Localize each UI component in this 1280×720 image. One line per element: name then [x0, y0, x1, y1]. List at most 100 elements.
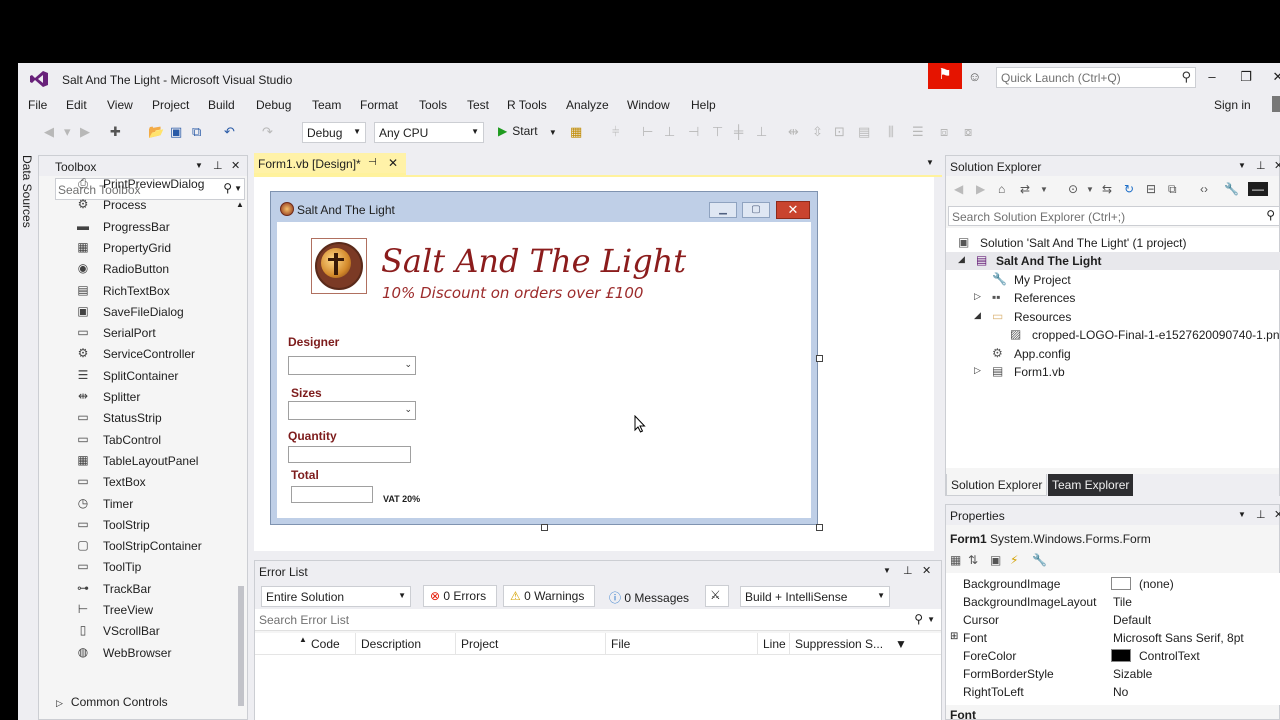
chevron-down-icon[interactable]: ▼: [1238, 161, 1246, 170]
home-icon[interactable]: ⌂: [998, 182, 1005, 196]
align-right-icon[interactable]: ⊣: [688, 124, 699, 140]
close-icon[interactable]: ✕: [922, 564, 931, 577]
undo-icon[interactable]: ↶: [224, 124, 235, 140]
toolbox-item-propertygrid[interactable]: ▦ PropertyGrid: [75, 238, 235, 259]
property-row[interactable]: RightToLeft No: [946, 683, 1280, 701]
tree-node-resources[interactable]: ◢ ▭ Resources: [962, 308, 1280, 326]
sizes-combobox[interactable]: ⌄: [288, 401, 416, 420]
property-value[interactable]: Microsoft Sans Serif, 8pt: [1113, 631, 1244, 645]
messages-filter-button[interactable]: ⓘ 0 Messages: [602, 585, 698, 607]
pin-icon[interactable]: ⊥: [213, 159, 223, 172]
make-same-height-icon[interactable]: ⇳: [812, 124, 823, 140]
toolbox-item-savefiledialog[interactable]: ▣ SaveFileDialog: [75, 302, 235, 323]
property-row[interactable]: ⊞ Font Microsoft Sans Serif, 8pt: [946, 629, 1280, 647]
column-description[interactable]: Description: [361, 637, 421, 651]
back-dropdown-icon[interactable]: ▾: [64, 124, 71, 140]
designer-combobox[interactable]: ⌄: [288, 356, 416, 375]
property-row[interactable]: BackgroundImageLayout Tile: [946, 593, 1280, 611]
align-left-icon[interactable]: ⊢: [642, 124, 653, 140]
sync-icon[interactable]: ⇆: [1102, 182, 1112, 196]
new-project-icon[interactable]: ✚: [110, 124, 121, 140]
toolbox-item-timer[interactable]: ◷ Timer: [75, 494, 235, 515]
toolbox-item-progressbar[interactable]: ▬ ProgressBar: [75, 217, 235, 238]
tree-node-my-project[interactable]: 🔧 My Project: [962, 271, 1280, 289]
toolbox-item-printpreviewdialog[interactable]: ⎙ PrintPreviewDialog: [75, 174, 235, 195]
clear-filter-button[interactable]: ⚔: [705, 585, 729, 607]
align-top-icon[interactable]: ⊤: [712, 124, 723, 140]
tab-solution-explorer[interactable]: Solution Explorer: [946, 474, 1048, 496]
size-to-grid-icon[interactable]: ▤: [858, 124, 870, 140]
alphabetical-icon[interactable]: ⇅: [968, 553, 978, 567]
configuration-select[interactable]: Debug ▼: [302, 122, 366, 143]
collapse-icon[interactable]: ◢: [974, 310, 986, 321]
center-horizontally-icon[interactable]: ⧈: [940, 124, 948, 140]
notification-flag-icon[interactable]: ⚑: [928, 63, 962, 89]
collapse-all-icon[interactable]: ⊟: [1146, 182, 1156, 196]
property-value[interactable]: No: [1113, 685, 1128, 699]
menu-window[interactable]: Window: [627, 98, 670, 112]
menu-test[interactable]: Test: [467, 98, 489, 112]
property-row[interactable]: Cursor Default: [946, 611, 1280, 629]
save-icon[interactable]: ▣: [170, 124, 182, 140]
data-sources-tab[interactable]: Data Sources: [18, 151, 38, 720]
tab-form1-design[interactable]: Form1.vb [Design]* ⊣ ✕: [254, 153, 406, 175]
align-middle-icon[interactable]: ╪: [734, 124, 743, 139]
quick-launch-input[interactable]: Quick Launch (Ctrl+Q) ⚲: [996, 67, 1196, 88]
align-icon[interactable]: ⫩: [612, 124, 619, 140]
property-value[interactable]: Default: [1113, 613, 1151, 627]
events-icon[interactable]: ⚡: [1010, 553, 1018, 567]
sizes-label[interactable]: Sizes: [291, 386, 322, 400]
toolbox-item-servicecontroller[interactable]: ⚙ ServiceController: [75, 344, 235, 365]
resize-handle-bottom[interactable]: [541, 524, 548, 531]
forward-icon[interactable]: ▶: [976, 182, 985, 196]
toolbox-item-statusstrip[interactable]: ▭ StatusStrip: [75, 408, 235, 429]
feedback-icon[interactable]: ☺: [968, 69, 986, 85]
toolbox-item-splitcontainer[interactable]: ☰ SplitContainer: [75, 366, 235, 387]
errors-filter-button[interactable]: ⊗ 0 Errors: [423, 585, 497, 607]
column-code[interactable]: Code: [311, 637, 340, 651]
property-row[interactable]: BackgroundImage (none): [946, 575, 1280, 593]
make-same-width-icon[interactable]: ⇹: [788, 124, 799, 140]
resize-handle-right[interactable]: [816, 355, 823, 362]
toolbox-item-richtextbox[interactable]: ▤ RichTextBox: [75, 281, 235, 302]
menu-file[interactable]: File: [28, 98, 47, 112]
menu-r-tools[interactable]: R Tools: [507, 98, 547, 112]
toolbox-item-tabcontrol[interactable]: ▭ TabControl: [75, 430, 235, 451]
total-textbox[interactable]: [291, 486, 373, 503]
toolbox-scroll-thumb[interactable]: [238, 586, 244, 706]
menu-team[interactable]: Team: [312, 98, 341, 112]
horizontal-spacing-icon[interactable]: ⫼: [888, 124, 894, 140]
properties-icon[interactable]: ▣: [990, 553, 1001, 567]
vertical-spacing-icon[interactable]: ☰: [912, 124, 924, 140]
toolbox-item-trackbar[interactable]: ⊶ TrackBar: [75, 579, 235, 600]
toolbox-item-toolstripcontainer[interactable]: ▢ ToolStripContainer: [75, 536, 235, 557]
property-value[interactable]: Tile: [1113, 595, 1132, 609]
properties-object-selector[interactable]: Form1 System.Windows.Forms.Form: [950, 532, 1151, 546]
chevron-down-icon[interactable]: ▼: [883, 566, 891, 575]
menu-help[interactable]: Help: [691, 98, 716, 112]
toolbox-item-tablelayoutpanel[interactable]: ▦ TableLayoutPanel: [75, 451, 235, 472]
pin-icon[interactable]: ⊣: [368, 157, 377, 168]
error-scope-select[interactable]: Entire Solution ▼: [261, 586, 411, 607]
toolbox-group-common-controls[interactable]: ▷ Common Controls: [56, 695, 168, 709]
menu-view[interactable]: View: [107, 98, 133, 112]
expand-icon[interactable]: ▷: [974, 291, 986, 302]
sign-in-link[interactable]: Sign in: [1214, 98, 1251, 112]
quantity-label[interactable]: Quantity: [288, 429, 337, 443]
solution-explorer-search-input[interactable]: Search Solution Explorer (Ctrl+;) ⚲: [948, 206, 1280, 226]
pending-changes-icon[interactable]: ⊙: [1068, 182, 1078, 196]
copy-icon[interactable]: ⧉: [1168, 182, 1177, 197]
brand-subtitle[interactable]: 10% Discount on orders over £100: [382, 284, 643, 302]
menu-build[interactable]: Build: [208, 98, 235, 112]
chevron-down-icon[interactable]: ▼: [1086, 185, 1094, 194]
designer-scrollbar[interactable]: [940, 177, 942, 551]
toolbox-item-webbrowser[interactable]: ◍ WebBrowser: [75, 643, 235, 664]
forward-icon[interactable]: ▶: [80, 124, 90, 140]
close-icon[interactable]: ✕: [388, 156, 398, 170]
toolbox-item-serialport[interactable]: ▭ SerialPort: [75, 323, 235, 344]
expand-icon[interactable]: ⊞: [950, 631, 958, 642]
menu-format[interactable]: Format: [360, 98, 398, 112]
property-pages-icon[interactable]: 🔧: [1032, 553, 1047, 567]
menu-edit[interactable]: Edit: [66, 98, 87, 112]
tree-node-references[interactable]: ▷ ▪▪ References: [962, 289, 1280, 307]
